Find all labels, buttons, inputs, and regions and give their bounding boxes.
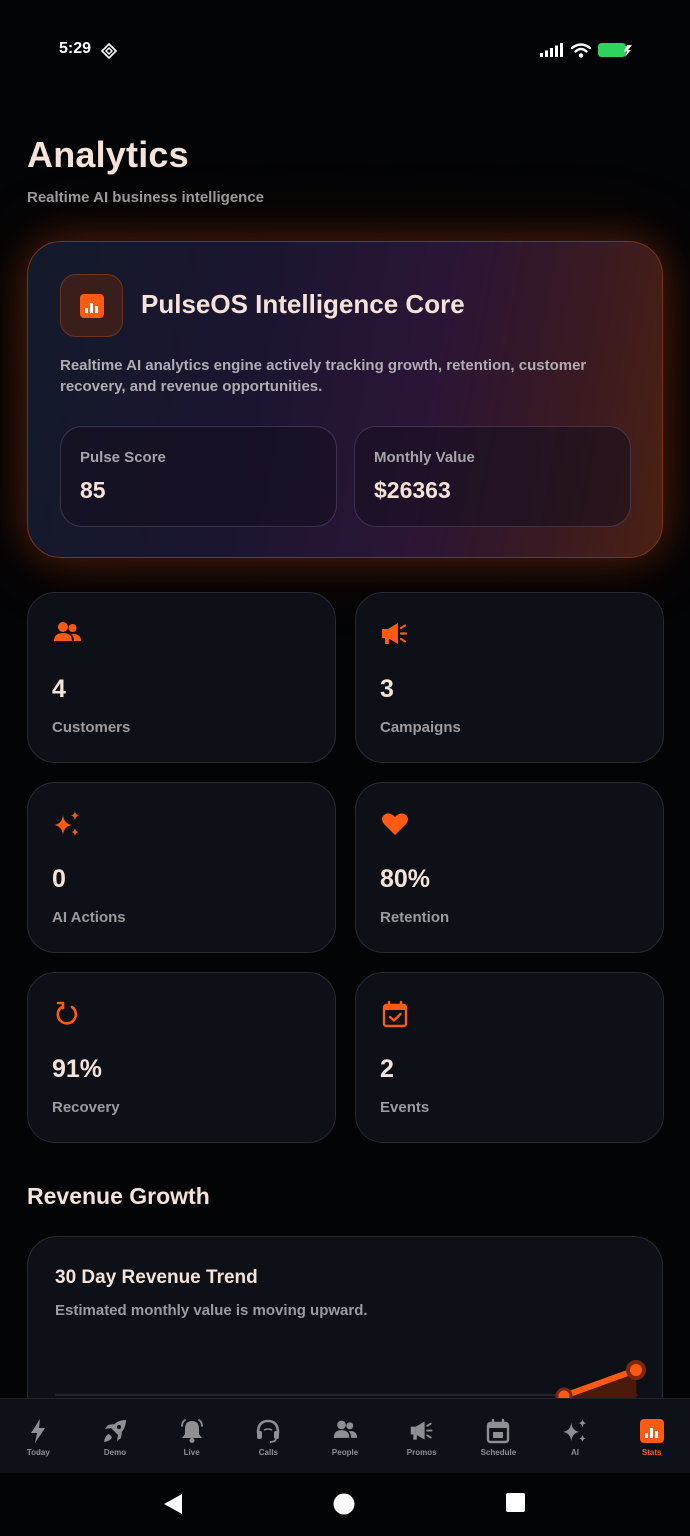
metric-label: AI Actions (52, 909, 126, 926)
status-indicators (540, 42, 632, 58)
refresh-icon (56, 1001, 78, 1025)
nav-item-calls[interactable]: Calls (230, 1399, 307, 1473)
nav-item-schedule[interactable]: Schedule (460, 1399, 537, 1473)
nav-label: Stats (641, 1448, 662, 1457)
bar-chart-icon (638, 1417, 666, 1445)
pulse-score-stat: Pulse Score 85 (60, 426, 337, 527)
metric-label: Retention (380, 909, 450, 926)
nav-label: AI (571, 1448, 580, 1457)
system-navigation-bar (0, 1473, 690, 1536)
hero-title: PulseOS Intelligence Core (141, 289, 465, 319)
recents-icon[interactable] (506, 1493, 526, 1513)
metric-card-recovery[interactable]: 91% Recovery (27, 972, 336, 1143)
nav-label: People (331, 1448, 359, 1457)
metric-value: 3 (380, 675, 394, 703)
calendar-icon (484, 1417, 512, 1445)
metric-card-events[interactable]: 2 Events (355, 972, 664, 1143)
home-icon[interactable] (333, 1493, 355, 1515)
hero-description: Realtime AI analytics engine actively tr… (60, 357, 587, 395)
people-icon (54, 622, 81, 641)
trend-point (626, 1360, 646, 1380)
nav-label: Live (183, 1448, 200, 1457)
status-time: 5:29 (59, 40, 92, 57)
section-title-revenue: Revenue Growth (27, 1183, 210, 1209)
metric-card-customers[interactable]: 4 Customers (27, 592, 336, 763)
nav-label: Today (26, 1448, 50, 1457)
nav-label: Promos (406, 1448, 437, 1457)
metric-value: 80% (380, 865, 431, 893)
nav-item-live[interactable]: Live (153, 1399, 230, 1473)
back-icon[interactable] (162, 1493, 184, 1515)
signal-icon (540, 43, 563, 57)
nav-label: Schedule (480, 1448, 517, 1457)
nav-label: Calls (258, 1448, 278, 1457)
stat-label: Pulse Score (80, 449, 166, 466)
stat-value: $26363 (374, 477, 451, 503)
bottom-nav: Today Demo Live Calls People Promos Sche… (0, 1398, 690, 1473)
nav-item-promos[interactable]: Promos (383, 1399, 460, 1473)
metric-label: Events (380, 1099, 430, 1116)
people-icon (331, 1417, 359, 1445)
nav-item-people[interactable]: People (307, 1399, 384, 1473)
stat-value: 85 (80, 477, 106, 503)
metric-value: 4 (52, 675, 66, 703)
notification-icon (101, 43, 117, 59)
heart-icon (382, 813, 408, 835)
metric-label: Recovery (52, 1099, 120, 1116)
page-subtitle: Realtime AI business intelligence (27, 189, 265, 206)
bolt-icon (24, 1417, 52, 1445)
nav-item-stats[interactable]: Stats (613, 1399, 690, 1473)
bell-icon (178, 1417, 206, 1445)
sparkle-icon (561, 1417, 589, 1445)
metric-card-campaigns[interactable]: 3 Campaigns (355, 592, 664, 763)
calendar-check-icon (382, 1000, 408, 1028)
battery-charging-icon (598, 43, 632, 57)
metric-value: 91% (52, 1055, 103, 1083)
nav-item-ai[interactable]: AI (537, 1399, 614, 1473)
status-bar: 5:29 (0, 0, 690, 100)
nav-item-demo[interactable]: Demo (77, 1399, 154, 1473)
metric-value: 0 (52, 865, 66, 893)
bar-chart-icon (60, 274, 123, 337)
metric-card-retention[interactable]: 80% Retention (355, 782, 664, 953)
megaphone-icon (408, 1417, 436, 1445)
metric-label: Customers (52, 719, 131, 736)
intelligence-core-card: PulseOS Intelligence Core Realtime AI an… (27, 241, 663, 558)
wifi-icon (571, 42, 591, 58)
nav-label: Demo (103, 1448, 127, 1457)
metric-label: Campaigns (380, 719, 461, 736)
stat-label: Monthly Value (374, 449, 475, 466)
sparkle-icon (54, 811, 79, 836)
nav-item-today[interactable]: Today (0, 1399, 77, 1473)
page-title: Analytics (27, 134, 189, 175)
monthly-value-stat: Monthly Value $26363 (354, 426, 631, 527)
metric-card-ai-actions[interactable]: 0 AI Actions (27, 782, 336, 953)
megaphone-icon (382, 623, 408, 644)
metric-value: 2 (380, 1055, 394, 1083)
headset-icon (254, 1417, 282, 1445)
rocket-icon (101, 1417, 129, 1445)
